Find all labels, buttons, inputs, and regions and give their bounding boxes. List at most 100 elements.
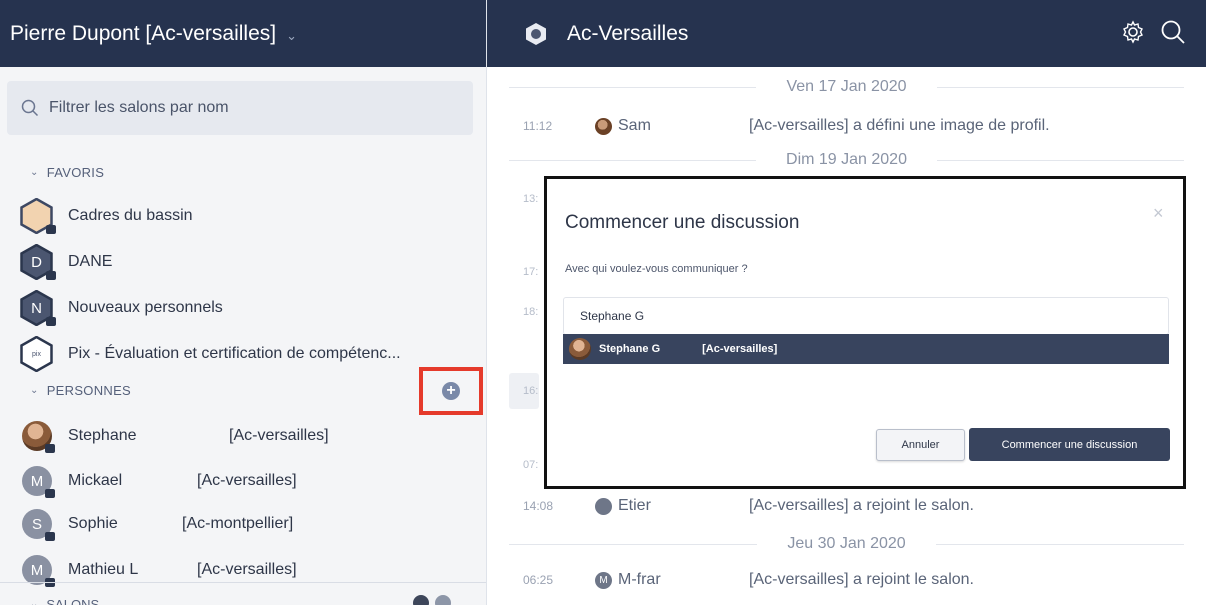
avatar-initial: S <box>31 515 42 533</box>
suggestion-domain: [Ac-versailles] <box>702 343 778 355</box>
event-sender[interactable]: Sam <box>618 117 702 135</box>
room-title: Ac-Versailles <box>567 21 689 45</box>
room-name: Cadres du bassin <box>68 207 193 224</box>
person-name: Mathieu L <box>68 561 139 578</box>
dialog-title: Commencer une discussion <box>565 212 800 233</box>
event-time: 17: <box>523 266 539 278</box>
lock-icon <box>45 444 55 453</box>
person-name: Sophie <box>68 515 118 532</box>
avatar <box>595 497 612 515</box>
avatar: M <box>22 466 55 498</box>
highlight-box: + <box>419 367 483 415</box>
account-menu[interactable]: Pierre Dupont [Ac-versailles] ⌄ <box>0 0 486 67</box>
favorite-room[interactable]: N Nouveaux personnels <box>20 288 223 328</box>
search-icon <box>21 99 39 117</box>
favorites-header[interactable]: ⌄ FAVORIS <box>30 165 104 180</box>
people-label: PERSONNES <box>46 383 132 398</box>
lock-icon <box>45 532 55 541</box>
room-name: Pix - Évaluation et certification de com… <box>68 345 401 362</box>
event-time: 07: <box>523 459 539 471</box>
person-domain: [Ac-versailles] <box>197 472 297 489</box>
salons-label: SALONS <box>46 597 100 605</box>
chevron-down-icon[interactable]: ⌄ <box>30 167 39 178</box>
favorite-room[interactable]: Cadres du bassin <box>20 196 193 236</box>
avatar <box>569 338 591 360</box>
user-suggestion[interactable]: Stephane G [Ac-versailles] <box>563 334 1169 364</box>
avatar: M <box>595 571 612 589</box>
lock-icon <box>46 317 56 326</box>
room-filter-input[interactable] <box>49 99 429 117</box>
close-icon[interactable]: × <box>1153 203 1164 224</box>
event-time: 14:08 <box>523 499 554 513</box>
lock-icon <box>46 271 56 280</box>
invite-input[interactable] <box>580 309 1140 323</box>
room-avatar-icon <box>20 198 56 234</box>
event-time: 06:25 <box>523 573 554 587</box>
event-text: [Ac-versailles] a défini une image de pr… <box>749 117 1050 134</box>
room-name: DANE <box>68 253 113 270</box>
room-initial: pix <box>32 350 41 358</box>
search-icon[interactable] <box>1160 19 1186 45</box>
room-avatar-icon[interactable] <box>525 22 547 46</box>
avatar <box>22 421 55 453</box>
cancel-button[interactable]: Annuler <box>876 429 965 461</box>
plus-circle-icon[interactable] <box>435 595 451 605</box>
person-name: Stephane <box>68 427 137 444</box>
event-text: [Ac-versailles] a rejoint le salon. <box>749 497 974 514</box>
salons-header[interactable]: ⌄ SALONS <box>0 582 486 605</box>
timeline-event: 14:08 Etier [Ac-versailles] a rejoint le… <box>523 495 1183 517</box>
person-item[interactable]: Stephane [Ac-versailles] <box>22 416 329 456</box>
chevron-down-icon[interactable]: ⌄ <box>286 28 297 44</box>
event-time: 13: <box>523 193 539 205</box>
people-header[interactable]: ⌄ PERSONNES <box>30 383 131 398</box>
room-avatar-icon: pix <box>20 336 53 372</box>
person-domain: [Ac-versailles] <box>197 561 297 578</box>
invite-field[interactable] <box>563 297 1169 335</box>
person-item[interactable]: S Sophie [Ac-montpellier] <box>22 504 293 544</box>
date-separator: Dim 19 Jan 2020 <box>487 150 1206 170</box>
date-label: Dim 19 Jan 2020 <box>786 151 907 168</box>
avatar-initial: M <box>30 472 44 490</box>
event-text: [Ac-versailles] a rejoint le salon. <box>749 571 974 588</box>
room-name: Nouveaux personnels <box>68 299 223 316</box>
timeline-event: 06:25 M M-frar [Ac-versailles] a rejoint… <box>523 569 1183 591</box>
start-chat-dialog: Commencer une discussion × Avec qui voul… <box>544 176 1186 489</box>
room-avatar-icon: N <box>20 290 56 326</box>
date-separator: Jeu 30 Jan 2020 <box>487 534 1206 554</box>
room-avatar-icon: D <box>20 244 56 280</box>
event-time: 16: <box>523 385 539 397</box>
date-label: Ven 17 Jan 2020 <box>786 78 907 95</box>
person-name: Mickael <box>68 472 123 489</box>
favorite-room[interactable]: D DANE <box>20 242 112 282</box>
date-separator: Ven 17 Jan 2020 <box>487 77 1206 97</box>
avatar: S <box>22 509 55 541</box>
room-filter[interactable] <box>7 81 473 135</box>
date-label: Jeu 30 Jan 2020 <box>787 535 906 552</box>
chevron-down-icon[interactable]: ⌄ <box>30 599 38 605</box>
event-sender[interactable]: M-frar <box>618 571 702 589</box>
avatar <box>595 117 612 135</box>
explore-rooms-icon[interactable] <box>413 595 429 605</box>
avatar: M <box>22 555 55 587</box>
favorites-label: FAVORIS <box>46 165 105 180</box>
event-sender[interactable]: Etier <box>618 497 702 515</box>
start-chat-button[interactable]: Commencer une discussion <box>969 428 1170 461</box>
avatar-initial: M <box>30 561 44 579</box>
avatar-initial: M <box>599 574 608 586</box>
gear-icon[interactable] <box>1121 20 1145 44</box>
timeline-event: 11:12 Sam [Ac-versailles] a défini une i… <box>523 115 1183 137</box>
person-domain: [Ac-montpellier] <box>182 515 294 532</box>
favorite-room[interactable]: pix Pix - Évaluation et certification de… <box>20 334 401 374</box>
dialog-question: Avec qui voulez-vous communiquer ? <box>565 263 748 275</box>
chevron-down-icon[interactable]: ⌄ <box>30 385 39 396</box>
lock-icon <box>45 489 55 498</box>
event-time: 18: <box>523 306 539 318</box>
room-header: Ac-Versailles <box>487 0 1206 67</box>
user-name: Pierre Dupont [Ac-versailles] <box>10 21 277 45</box>
suggestion-name: Stephane G <box>599 343 661 355</box>
person-domain: [Ac-versailles] <box>229 427 329 444</box>
person-item[interactable]: M Mickael [Ac-versailles] <box>22 461 297 501</box>
plus-circle-icon[interactable]: + <box>442 382 460 400</box>
lock-icon <box>46 225 56 234</box>
event-time: 11:12 <box>523 119 553 133</box>
